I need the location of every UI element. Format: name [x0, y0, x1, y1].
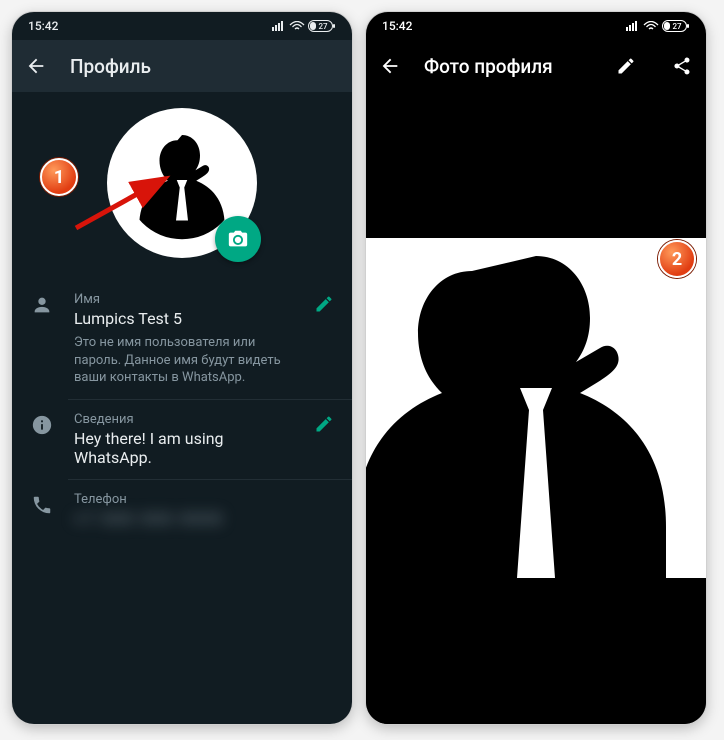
svg-text:27: 27 [672, 22, 682, 31]
info-icon [30, 412, 54, 436]
avatar-silhouette-icon [366, 238, 706, 578]
name-help: Это не имя пользователя или пароль. Данн… [74, 334, 292, 387]
avatar-section: 1 [12, 92, 352, 280]
phone-value: +7 000 000 0000 [74, 509, 336, 528]
appbar-title: Профиль [70, 55, 340, 78]
about-row[interactable]: Сведения Hey there! I am using WhatsApp. [12, 400, 352, 479]
edit-photo-button[interactable] [614, 54, 638, 78]
change-photo-button[interactable] [215, 216, 261, 262]
status-time: 15:42 [28, 19, 58, 33]
about-label: Сведения [74, 412, 292, 427]
phone-profile-screen: 15:42 27 Профиль [12, 12, 352, 724]
status-time: 15:42 [382, 19, 412, 33]
annotation-badge-1: 1 [40, 158, 78, 196]
statusbar: 15:42 27 [366, 12, 706, 40]
phone-row[interactable]: Телефон +7 000 000 0000 [12, 480, 352, 540]
phone-label: Телефон [74, 492, 336, 507]
annotation-badge-2: 2 [658, 240, 696, 278]
edit-name-button[interactable] [312, 292, 336, 314]
pencil-icon [314, 414, 334, 434]
status-icons: 27 [272, 20, 336, 32]
pencil-icon [314, 294, 334, 314]
name-value: Lumpics Test 5 [74, 309, 292, 328]
edit-about-button[interactable] [312, 412, 336, 434]
photo-viewer[interactable] [366, 92, 706, 724]
person-icon [30, 292, 54, 316]
back-button[interactable] [24, 54, 48, 78]
profile-photo [366, 238, 706, 578]
about-value: Hey there! I am using WhatsApp. [74, 429, 292, 467]
camera-icon [227, 228, 249, 250]
annotation-arrow-icon [70, 170, 180, 240]
svg-text:27: 27 [318, 22, 328, 31]
share-photo-button[interactable] [670, 54, 694, 78]
appbar: Фото профиля [366, 40, 706, 92]
appbar-title: Фото профиля [424, 55, 592, 78]
name-label: Имя [74, 292, 292, 307]
phone-icon [30, 492, 54, 516]
status-icons: 27 [626, 20, 690, 32]
name-row[interactable]: Имя Lumpics Test 5 Это не имя пользовате… [12, 280, 352, 399]
appbar: Профиль [12, 40, 352, 92]
pencil-icon [616, 56, 636, 76]
phone-photo-viewer-screen: 15:42 27 Фото профиля 2 [366, 12, 706, 724]
share-icon [672, 56, 692, 76]
back-button[interactable] [378, 54, 402, 78]
statusbar: 15:42 27 [12, 12, 352, 40]
